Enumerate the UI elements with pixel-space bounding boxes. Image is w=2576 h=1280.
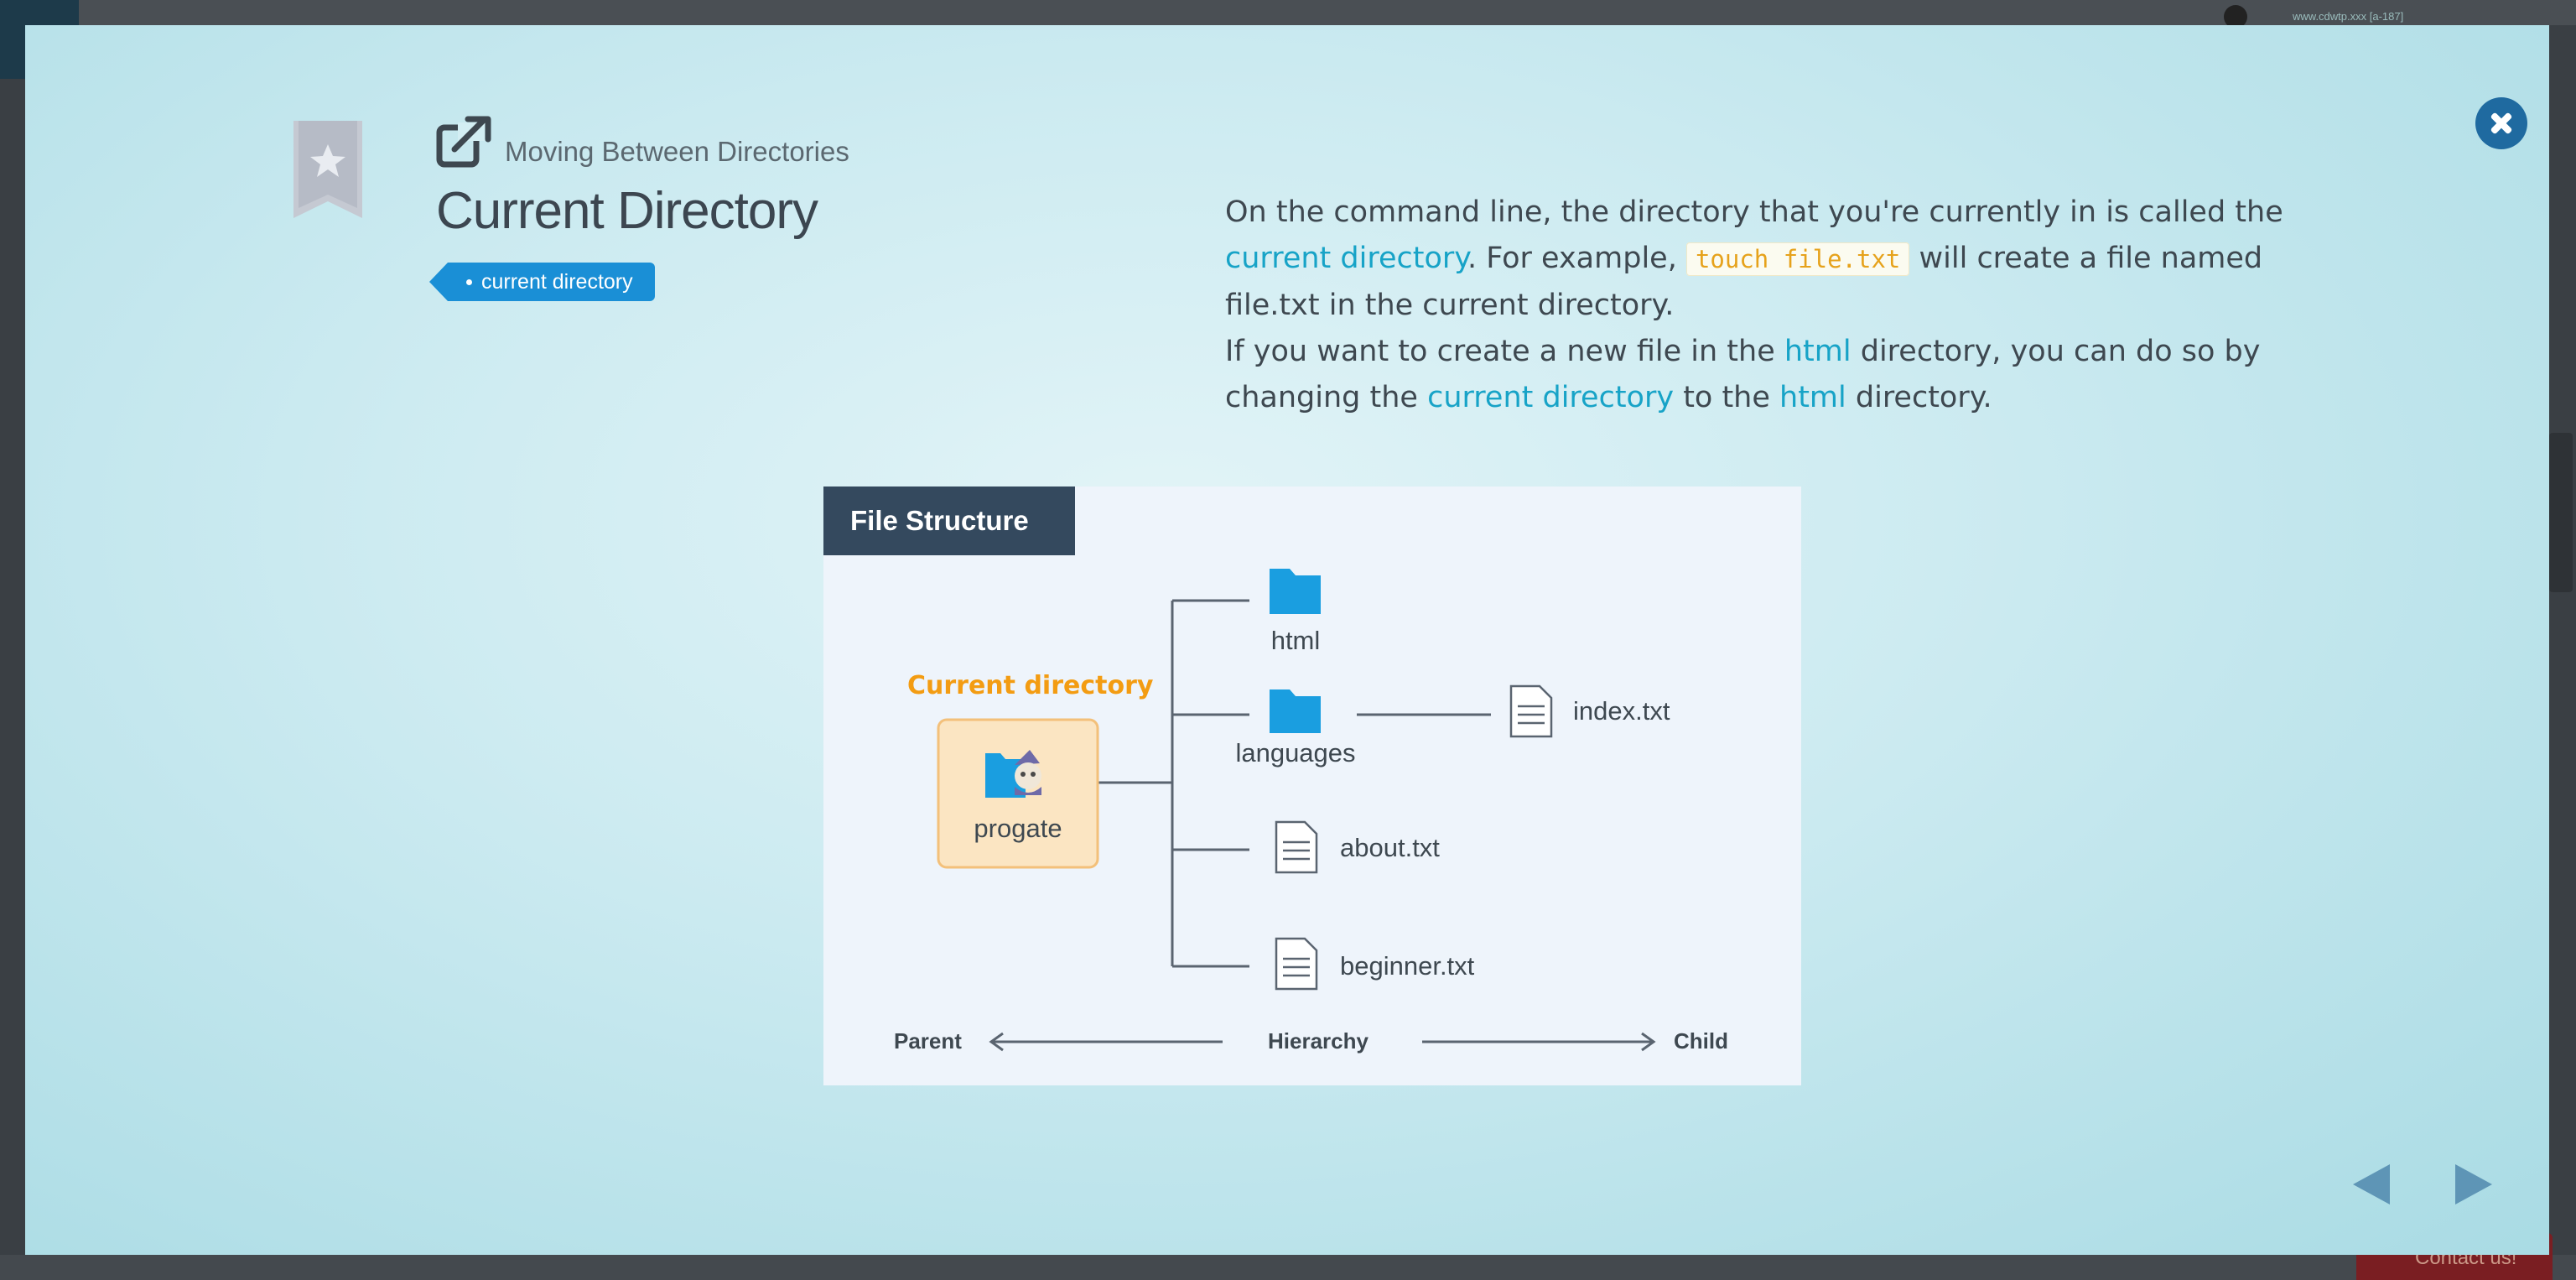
tag-label: current directory	[481, 269, 633, 294]
parent-axis-label: Parent	[894, 1028, 962, 1054]
languages-folder-icon	[1270, 689, 1321, 733]
index-file-label: index.txt	[1573, 696, 1670, 726]
close-button[interactable]	[2475, 97, 2527, 149]
lesson-row: Moving Between Directories	[436, 116, 849, 168]
keyword-current-directory: current directory	[1427, 381, 1675, 414]
lesson-title: Moving Between Directories	[505, 136, 849, 167]
page-title: Current Directory	[436, 182, 818, 240]
bookmark-icon[interactable]	[293, 121, 362, 218]
child-axis-label: Child	[1674, 1028, 1728, 1054]
beginner-file-label: beginner.txt	[1340, 951, 1475, 981]
about-file-label: about.txt	[1340, 833, 1440, 862]
diagram-graphics	[937, 569, 1656, 1052]
inline-code: touch file.txt	[1685, 242, 1910, 276]
tag-dot	[466, 279, 472, 285]
description-paragraph-1: On the command line, the directory that …	[1225, 190, 2307, 329]
text: to the	[1674, 381, 1780, 414]
hierarchy-axis-label: Hierarchy	[1268, 1028, 1368, 1054]
keyword-current-directory: current directory	[1225, 242, 1467, 275]
diagram-title: File Structure	[823, 487, 1075, 555]
external-link-icon[interactable]	[436, 116, 493, 168]
slide-description: On the command line, the directory that …	[1225, 190, 2307, 421]
text: directory.	[1846, 381, 1992, 414]
text: On the command line, the directory that …	[1225, 195, 2283, 229]
text: If you want to create a new file in the	[1225, 335, 1784, 368]
previous-slide-button[interactable]	[2353, 1164, 2390, 1205]
file-structure-diagram: File Structure Current directory progate…	[823, 487, 1801, 1085]
keyword-html: html	[1779, 381, 1846, 414]
slide-header: Moving Between Directories Current Direc…	[429, 116, 849, 301]
html-folder-icon	[1270, 569, 1321, 614]
keyword-tag[interactable]: current directory	[429, 263, 655, 301]
html-folder-label: html	[1270, 626, 1321, 655]
next-slide-button[interactable]	[2455, 1164, 2492, 1205]
languages-folder-label: languages	[1235, 738, 1356, 767]
background-scrollbar	[2549, 433, 2573, 592]
text: . For example,	[1467, 242, 1686, 275]
progate-folder-label: progate	[974, 814, 1062, 843]
background-top-bar	[0, 0, 2576, 25]
background-bottom-bar	[0, 1255, 2576, 1280]
background-url-text: www.cdwtp.xxx [a-187]	[2293, 10, 2404, 23]
slide-modal: Moving Between Directories Current Direc…	[25, 25, 2549, 1255]
description-paragraph-2: If you want to create a new file in the …	[1225, 329, 2307, 421]
current-directory-label: Current directory	[907, 671, 1154, 700]
keyword-html: html	[1784, 335, 1852, 368]
